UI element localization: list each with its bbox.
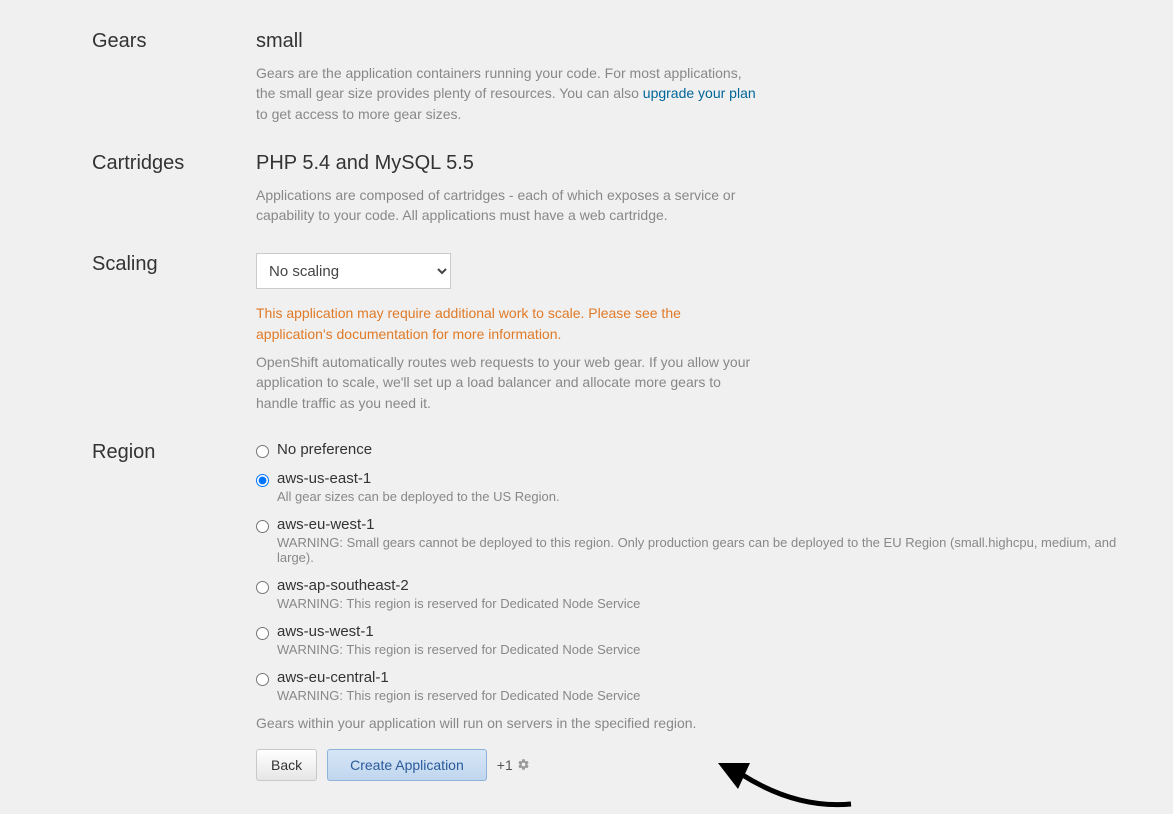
scaling-select[interactable]: No scaling [256,253,451,289]
region-label: Region [92,441,256,464]
region-option-desc: WARNING: This region is reserved for Ded… [277,688,1153,703]
region-radio[interactable] [256,627,269,640]
region-option-label: aws-ap-southeast-2 [277,577,1153,594]
cartridges-desc: Applications are composed of cartridges … [256,185,756,226]
scaling-label: Scaling [92,253,256,276]
scaling-desc: OpenShift automatically routes web reque… [256,352,756,413]
region-option-label: aws-us-east-1 [277,470,1153,487]
scaling-warning: This application may require additional … [256,303,716,344]
region-radio[interactable] [256,520,269,533]
cartridges-label: Cartridges [92,152,256,175]
scaling-row: Scaling No scaling This application may … [92,253,1153,412]
gear-count-badge: +1 [497,757,530,773]
region-option: aws-eu-central-1 WARNING: This region is … [256,669,1153,703]
region-option: aws-us-east-1 All gear sizes can be deplo… [256,470,1153,504]
annotation-arrow-icon [716,759,856,814]
gear-icon [517,758,530,771]
region-option-label: aws-us-west-1 [277,623,1153,640]
region-option: aws-eu-west-1 WARNING: Small gears cannot… [256,516,1153,565]
gears-desc: Gears are the application containers run… [256,63,756,124]
region-option: No preference [256,441,1153,458]
create-application-button[interactable]: Create Application [327,749,487,781]
cartridges-row: Cartridges PHP 5.4 and MySQL 5.5 Applica… [92,152,1153,226]
cartridges-value: PHP 5.4 and MySQL 5.5 [256,152,1153,175]
region-radio[interactable] [256,581,269,594]
button-row: Back Create Application +1 [256,749,1153,781]
region-option: aws-ap-southeast-2 WARNING: This region i… [256,577,1153,611]
region-radio[interactable] [256,673,269,686]
region-radio[interactable] [256,474,269,487]
region-option-label: No preference [277,441,1153,458]
gears-row: Gears small Gears are the application co… [92,30,1153,124]
region-option-desc: WARNING: This region is reserved for Ded… [277,642,1153,657]
region-option-desc: WARNING: This region is reserved for Ded… [277,596,1153,611]
region-option-label: aws-eu-central-1 [277,669,1153,686]
region-radio[interactable] [256,445,269,458]
region-option-desc: WARNING: Small gears cannot be deployed … [277,535,1153,565]
region-option-label: aws-eu-west-1 [277,516,1153,533]
region-option-desc: All gear sizes can be deployed to the US… [277,489,1153,504]
region-option: aws-us-west-1 WARNING: This region is res… [256,623,1153,657]
gears-value: small [256,30,1153,53]
upgrade-plan-link[interactable]: upgrade your plan [643,85,756,101]
region-row: Region No preference aws-us-east-1 All gea… [92,441,1153,781]
gears-label: Gears [92,30,256,53]
back-button[interactable]: Back [256,749,317,781]
region-footer: Gears within your application will run o… [256,715,1153,731]
